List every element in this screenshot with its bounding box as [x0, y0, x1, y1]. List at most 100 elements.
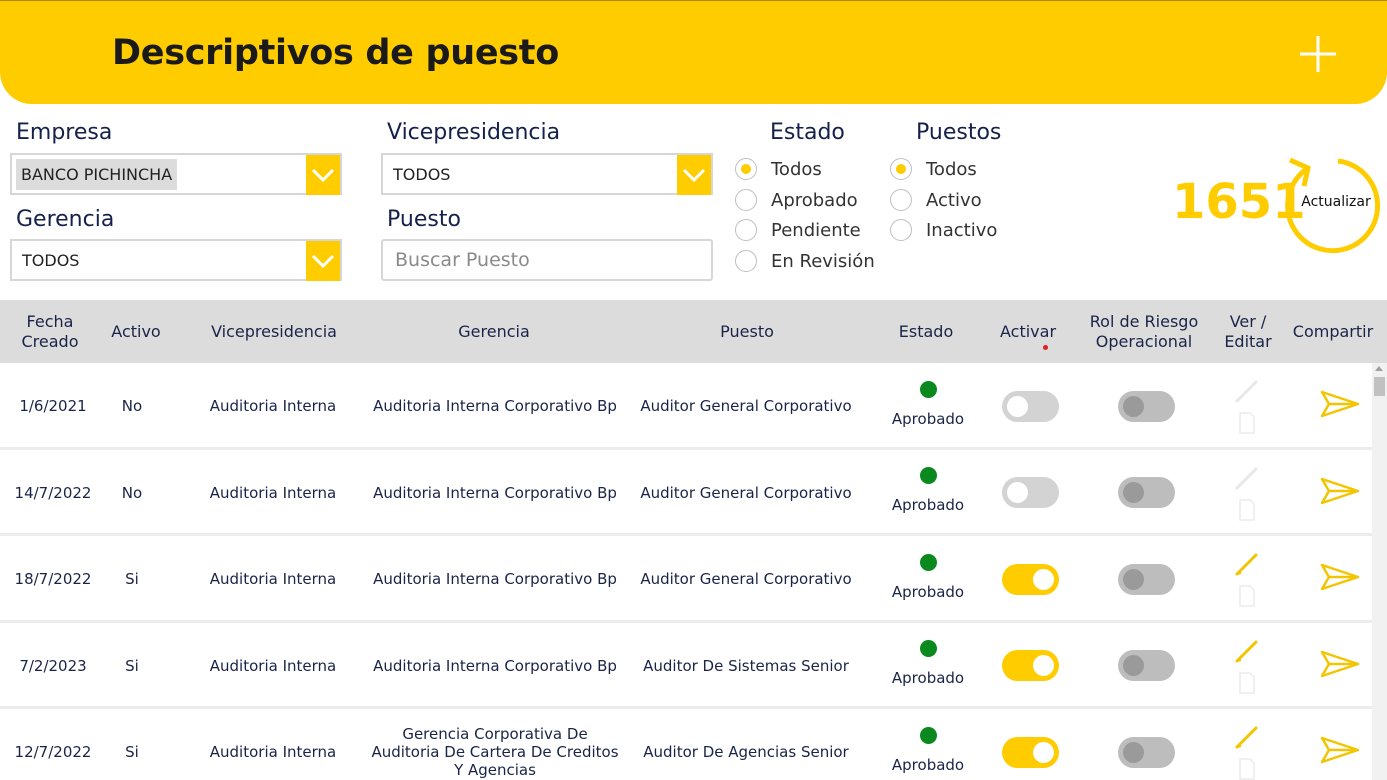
- table-header: Fecha Creado Activo Vicepresidencia Gere…: [0, 300, 1387, 363]
- puestos-radio-todos[interactable]: Todos: [890, 156, 977, 182]
- column-header[interactable]: Vicepresidencia: [190, 300, 358, 363]
- riesgo-toggle[interactable]: [1117, 650, 1175, 681]
- activar-cell: [990, 709, 1070, 780]
- gerencia-select[interactable]: TODOS: [10, 239, 342, 281]
- compartir-cell: [1300, 450, 1372, 536]
- status-dot-icon: [919, 726, 937, 744]
- fecha-cell: 18/7/2022: [14, 570, 92, 588]
- pencil-icon[interactable]: [1234, 551, 1260, 577]
- activar-toggle[interactable]: [1001, 390, 1059, 422]
- gerencia-cell: Gerencia Corporativa De Auditoria De Car…: [371, 725, 619, 779]
- send-icon[interactable]: [1320, 476, 1360, 510]
- riesgo-cell: [1106, 709, 1186, 780]
- refresh-label: Actualizar: [1301, 194, 1371, 210]
- chevron-down-icon[interactable]: [306, 241, 340, 281]
- puestos-radio-inactivo[interactable]: Inactivo: [890, 217, 997, 243]
- radio-icon: [735, 219, 757, 241]
- table-row: 18/7/2022 Si Auditoria Interna Auditoria In…: [0, 536, 1372, 623]
- radio-icon: [735, 250, 757, 272]
- riesgo-toggle[interactable]: [1117, 736, 1175, 768]
- activo-cell: Si: [125, 656, 139, 675]
- column-header[interactable]: Compartir: [1286, 300, 1380, 363]
- gerencia-cell: Auditoria Interna Corporativo Bp: [373, 397, 617, 415]
- riesgo-cell: [1106, 450, 1186, 536]
- document-icon: [1238, 671, 1256, 694]
- gerencia-cell: Auditoria Interna Corporativo Bp: [373, 656, 617, 675]
- activar-toggle[interactable]: [1001, 736, 1059, 768]
- status-dot-icon: [919, 640, 937, 657]
- puestos-label: Puestos: [916, 120, 1002, 145]
- puesto-cell: Auditor General Corporativo: [640, 570, 852, 588]
- radio-label: Todos: [926, 158, 977, 180]
- estado-radio-pendiente[interactable]: Pendiente: [735, 217, 861, 243]
- gerencia-cell: Auditoria Interna Corporativo Bp: [373, 570, 617, 588]
- activar-cell: [990, 623, 1070, 709]
- estado-radio-todos[interactable]: Todos: [735, 156, 822, 182]
- column-header[interactable]: Gerencia: [370, 300, 618, 363]
- page-header: Descriptivos de puesto: [0, 0, 1387, 104]
- riesgo-toggle[interactable]: [1117, 390, 1175, 422]
- puesto-cell: Auditor General Corporativo: [640, 483, 852, 502]
- riesgo-cell: [1106, 536, 1186, 622]
- scrollbar-thumb[interactable]: [1374, 377, 1385, 396]
- pencil-icon[interactable]: [1234, 724, 1260, 750]
- riesgo-toggle[interactable]: [1117, 477, 1175, 508]
- activar-toggle[interactable]: [1001, 477, 1059, 508]
- refresh-button[interactable]: Actualizar: [1282, 154, 1384, 256]
- vicepresidencia-label: Vicepresidencia: [387, 120, 561, 145]
- estado-radio-en-revision[interactable]: En Revisión: [735, 248, 875, 274]
- activo-cell: Si: [125, 570, 139, 588]
- radio-selected-icon: [735, 158, 757, 180]
- estado-cell: Aprobado: [880, 536, 976, 622]
- send-icon[interactable]: [1320, 562, 1360, 596]
- document-icon: [1238, 585, 1256, 607]
- vicepresidencia-select[interactable]: TODOS: [381, 153, 713, 195]
- column-header[interactable]: Fecha Creado: [10, 300, 90, 363]
- estado-label: Aprobado: [891, 755, 965, 774]
- activar-toggle[interactable]: [1001, 650, 1059, 681]
- scroll-up-icon[interactable]: [1375, 366, 1383, 371]
- column-header[interactable]: Estado: [880, 300, 972, 363]
- radio-icon: [735, 189, 757, 211]
- fecha-cell: 14/7/2022: [14, 483, 92, 502]
- riesgo-toggle[interactable]: [1117, 563, 1175, 595]
- column-header[interactable]: Puesto: [636, 300, 858, 363]
- table-row: 7/2/2023 Si Auditoria Interna Auditoria Int…: [0, 622, 1372, 709]
- send-icon[interactable]: [1320, 389, 1360, 423]
- table-row: 14/7/2022 No Auditoria Interna Auditoria In…: [0, 449, 1372, 536]
- pencil-icon[interactable]: [1234, 638, 1260, 664]
- vicepresidencia-cell: Auditoria Interna: [209, 397, 337, 415]
- column-header[interactable]: Activo: [98, 300, 174, 363]
- estado-label: Aprobado: [891, 582, 965, 601]
- estado-cell: Aprobado: [880, 450, 976, 536]
- column-header[interactable]: Rol de Riesgo Operacional: [1080, 300, 1208, 363]
- pencil-icon: [1234, 465, 1260, 491]
- ver-editar-cell: [1222, 623, 1272, 709]
- fecha-cell: 12/7/2022: [14, 743, 92, 761]
- column-header[interactable]: Activar: [987, 300, 1069, 363]
- estado-label: Aprobado: [891, 409, 965, 428]
- puestos-radio-activo[interactable]: Activo: [890, 187, 982, 213]
- fecha-cell: 1/6/2021: [19, 397, 87, 415]
- riesgo-cell: [1106, 363, 1186, 449]
- chevron-down-icon[interactable]: [306, 155, 340, 195]
- estado-radio-aprobado[interactable]: Aprobado: [735, 187, 858, 213]
- radio-label: Todos: [771, 158, 822, 180]
- vicepresidencia-value: TODOS: [393, 165, 451, 184]
- activar-toggle[interactable]: [1001, 563, 1059, 595]
- radio-label: En Revisión: [771, 250, 875, 272]
- send-icon[interactable]: [1320, 735, 1360, 769]
- estado-cell: Aprobado: [880, 623, 976, 709]
- empresa-label: Empresa: [16, 120, 113, 145]
- vertical-scrollbar[interactable]: [1372, 363, 1387, 780]
- column-header[interactable]: Ver / Editar: [1216, 300, 1280, 363]
- vicepresidencia-cell: Auditoria Interna: [209, 483, 337, 502]
- ver-editar-cell: [1222, 450, 1272, 536]
- plus-icon[interactable]: [1298, 34, 1338, 74]
- compartir-cell: [1300, 623, 1372, 709]
- puesto-label: Puesto: [387, 207, 461, 232]
- send-icon[interactable]: [1320, 649, 1360, 683]
- puesto-search-input[interactable]: [381, 239, 713, 281]
- empresa-select[interactable]: BANCO PICHINCHA: [10, 153, 342, 195]
- chevron-down-icon[interactable]: [677, 155, 711, 195]
